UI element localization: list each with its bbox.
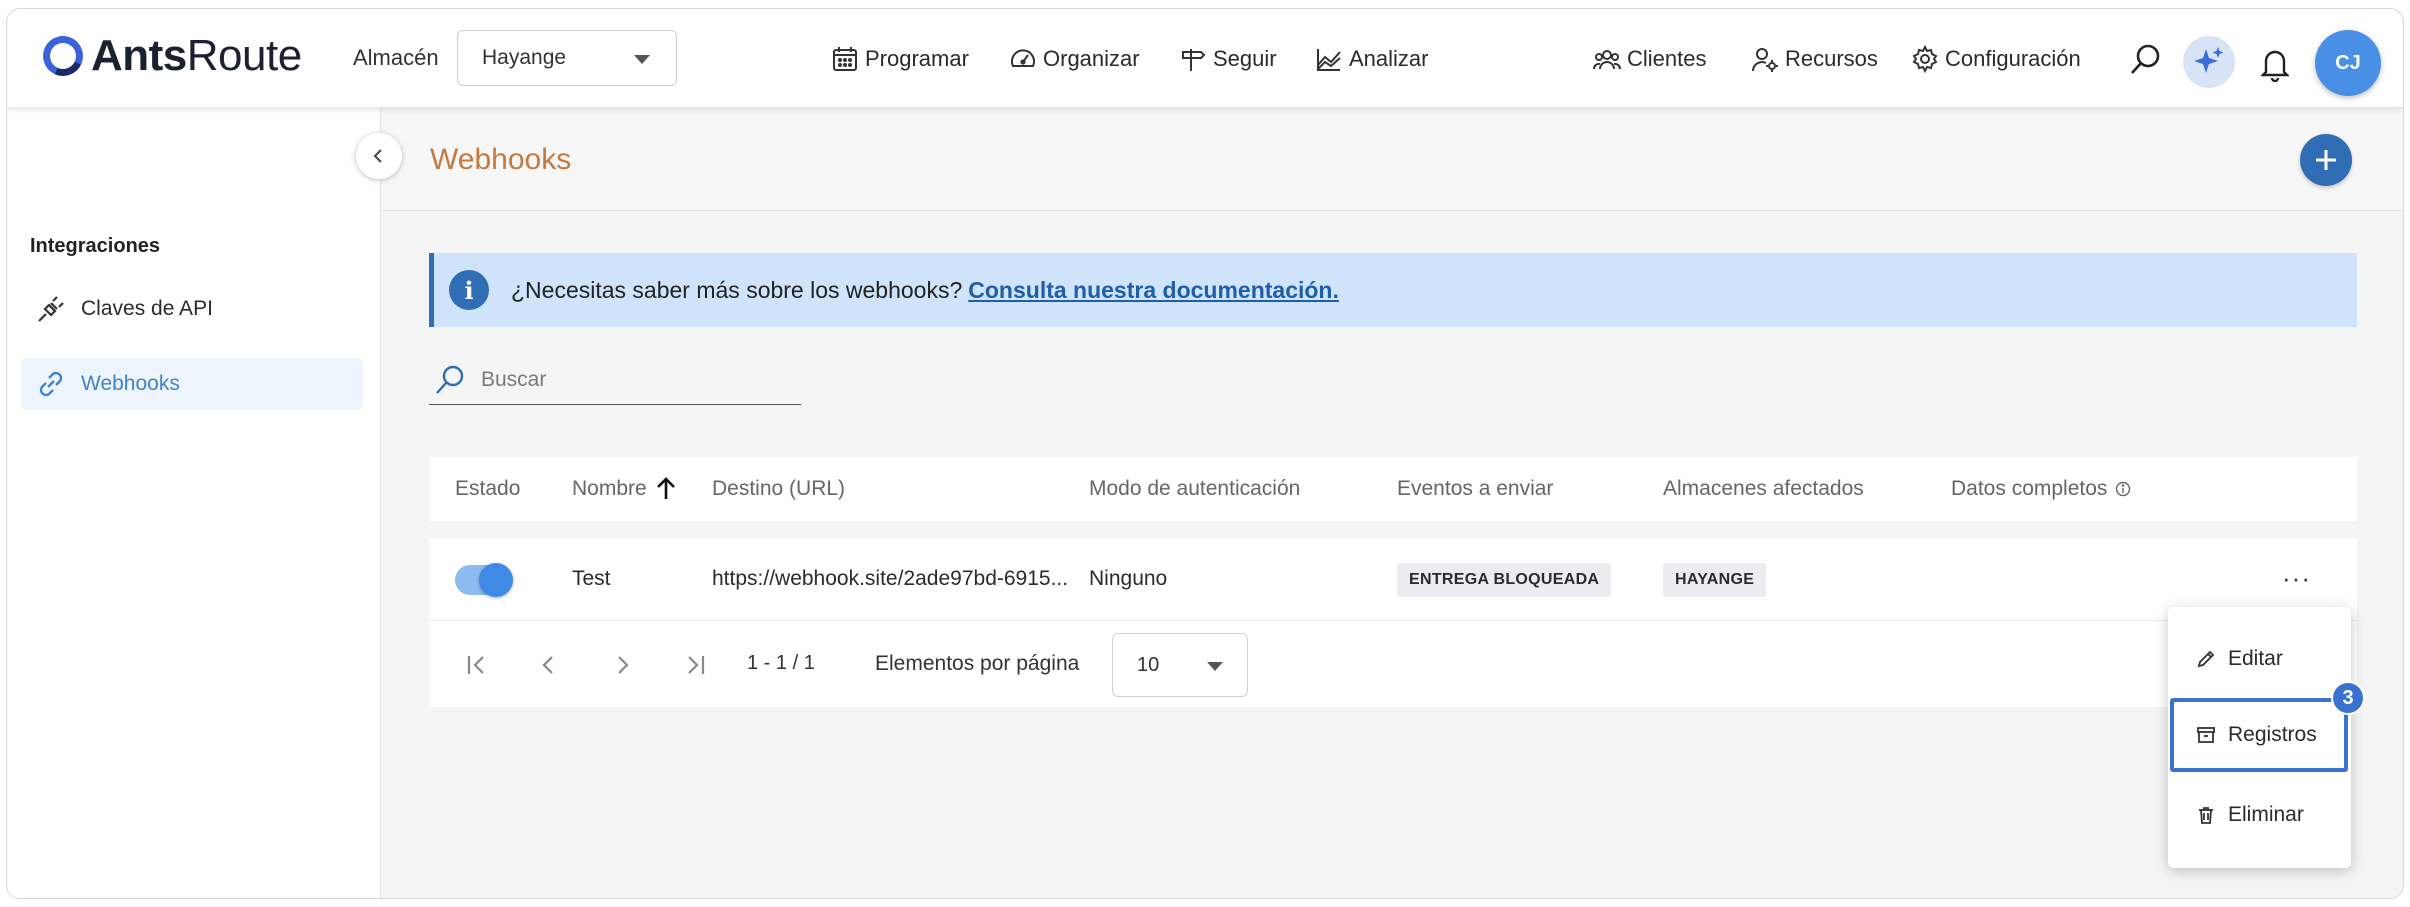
col-estado[interactable]: Estado [455,477,520,501]
col-destino[interactable]: Destino (URL) [712,477,845,501]
per-page-label: Elementos por página [875,652,1080,675]
prev-page-button[interactable] [533,649,565,681]
caret-down-icon [634,55,650,64]
row-actions-button[interactable]: ··· [2282,563,2311,594]
plug-icon [38,296,64,322]
warehouses-badge: HAYANGE [1663,563,1767,597]
sidebar: Integraciones Claves de API Webhooks [7,107,381,898]
page-range: 1 - 1 / 1 [747,652,815,674]
sidebar-item-claves-api[interactable]: Claves de API [21,283,363,335]
chevron-right-icon [618,656,629,674]
search-icon[interactable] [2128,42,2164,83]
search-field[interactable] [429,355,801,405]
user-avatar[interactable]: CJ [2315,30,2381,96]
col-nombre[interactable]: Nombre [572,477,677,501]
search-input[interactable] [481,367,781,392]
chevron-left-icon [542,656,553,674]
col-eventos[interactable]: Eventos a enviar [1397,477,1553,501]
logo-icon [37,30,89,82]
search-icon [436,365,464,394]
app-window: AntsRoute Almacén Hayange Programar Orga… [6,8,2404,899]
sparkle-icon [2194,47,2224,73]
menu-item-editar[interactable]: Editar [2168,622,2351,696]
documentation-link[interactable]: Consulta nuestra documentación. [968,277,1339,304]
table-header: Estado Nombre Destino (URL) Modo de aute… [429,457,2357,521]
info-icon: i [449,270,489,310]
page-header: Webhooks [382,107,2403,211]
table-row[interactable]: Test https://webhook.site/2ade97bd-6915.… [429,539,2357,621]
nav-configuracion[interactable]: Configuración [1911,45,2081,73]
toggle-knob [479,563,513,597]
nav-clientes[interactable]: Clientes [1593,45,1706,73]
calendar-icon [833,47,857,71]
ai-sparkle-button[interactable] [2183,36,2235,88]
add-webhook-button[interactable] [2300,134,2352,186]
top-bar: AntsRoute Almacén Hayange Programar Orga… [7,9,2403,107]
main-content: Webhooks i ¿Necesitas saber más sobre lo… [382,107,2403,898]
status-toggle[interactable] [455,563,513,597]
warehouse-value: Hayange [482,46,567,69]
nav-programar[interactable]: Programar [831,45,969,73]
chevron-left-icon [373,149,382,163]
row-name: Test [572,567,611,590]
pagination: 1 - 1 / 1 Elementos por página 10 [429,621,2357,707]
nav-organizar[interactable]: Organizar [1009,45,1140,73]
row-url: https://webhook.site/2ade97bd-6915... [712,567,1069,590]
signpost-icon [1182,49,1206,71]
per-page-select[interactable]: 10 [1112,633,1248,697]
last-page-button[interactable] [678,649,710,681]
col-almacenes[interactable]: Almacenes afectados [1663,477,1864,501]
bell-icon[interactable] [2260,46,2290,87]
col-autenticacion[interactable]: Modo de autenticación [1089,477,1300,501]
webhooks-table: Estado Nombre Destino (URL) Modo de aute… [429,457,2357,707]
menu-item-registros[interactable]: Registros [2170,698,2348,772]
gear-icon [1912,45,1938,73]
events-badge: ENTREGA BLOQUEADA [1397,563,1612,597]
first-page-icon [467,656,484,674]
first-page-button[interactable] [462,649,494,681]
plus-icon [2316,150,2336,170]
trash-icon [2199,807,2213,824]
row-actions-menu: Editar Registros Eliminar [2168,607,2351,868]
clients-icon [1593,50,1621,70]
resources-icon [1752,48,1778,72]
link-icon [39,371,63,397]
menu-item-eliminar[interactable]: Eliminar [2168,778,2351,852]
sidebar-item-webhooks[interactable]: Webhooks [21,358,363,410]
warehouse-select[interactable]: Hayange [457,30,677,86]
next-page-button[interactable] [606,649,638,681]
page-title: Webhooks [430,143,572,176]
row-auth: Ninguno [1089,567,1168,590]
archive-icon [2197,727,2215,743]
pencil-icon [2197,650,2215,668]
info-circle-icon [2116,481,2131,497]
caret-down-icon [1207,662,1223,671]
chart-icon [1317,49,1341,71]
last-page-icon [688,656,705,674]
col-datos-completos[interactable]: Datos completos [1951,477,2131,501]
warehouse-label: Almacén [353,45,439,70]
sidebar-heading: Integraciones [30,235,161,257]
info-banner: i ¿Necesitas saber más sobre los webhook… [429,253,2357,327]
nav-seguir[interactable]: Seguir [1179,45,1277,73]
step-number-badge: 3 [2331,681,2365,715]
app-logo[interactable]: AntsRoute [37,30,302,82]
info-text: ¿Necesitas saber más sobre los webhooks? [511,276,963,303]
sidebar-collapse-button[interactable] [356,133,402,179]
nav-recursos[interactable]: Recursos [1751,45,1878,73]
nav-analizar[interactable]: Analizar [1315,45,1428,73]
sort-ascending-icon [656,477,675,499]
gauge-icon [1011,49,1035,67]
